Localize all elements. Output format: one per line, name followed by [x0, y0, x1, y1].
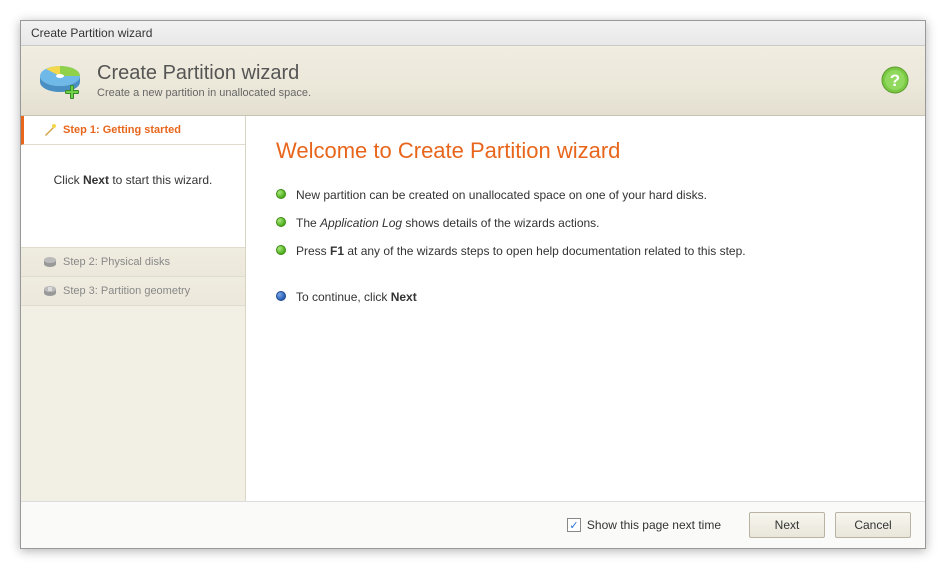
sidebar-hint: Click Next to start this wizard.: [21, 145, 245, 248]
step-3-partition-geometry[interactable]: Step 3: Partition geometry: [21, 277, 245, 306]
geometry-icon: [43, 284, 57, 298]
bullet-text: New partition can be created on unalloca…: [296, 186, 707, 204]
bullet-text: Press F1 at any of the wizards steps to …: [296, 242, 746, 260]
bullet-item: Press F1 at any of the wizards steps to …: [276, 242, 895, 260]
next-button[interactable]: Next: [749, 512, 825, 538]
wizard-body: Step 1: Getting started Click Next to st…: [21, 116, 925, 501]
checkbox-icon: ✓: [567, 518, 581, 532]
bullet-item: New partition can be created on unalloca…: [276, 186, 895, 204]
bullet-blue-icon: [276, 291, 286, 301]
step-label: Step 1: Getting started: [63, 124, 181, 136]
bullet-green-icon: [276, 245, 286, 255]
svg-text:?: ?: [890, 71, 900, 90]
step-2-physical-disks[interactable]: Step 2: Physical disks: [21, 248, 245, 277]
footer: ✓ Show this page next time Next Cancel: [21, 501, 925, 548]
step-label: Step 3: Partition geometry: [63, 285, 190, 297]
continue-text: To continue, click Next: [296, 288, 417, 306]
titlebar: Create Partition wizard: [21, 21, 925, 46]
checkbox-label: Show this page next time: [587, 518, 721, 532]
header-subtitle: Create a new partition in unallocated sp…: [97, 87, 311, 99]
bullet-green-icon: [276, 217, 286, 227]
step-1-getting-started[interactable]: Step 1: Getting started: [21, 116, 245, 145]
wand-icon: [43, 123, 57, 137]
bullet-green-icon: [276, 189, 286, 199]
main-panel: Welcome to Create Partition wizard New p…: [246, 116, 925, 501]
bullet-item: The Application Log shows details of the…: [276, 214, 895, 232]
header-title: Create Partition wizard: [97, 62, 311, 85]
show-next-time-checkbox[interactable]: ✓ Show this page next time: [567, 518, 721, 532]
partition-icon: [37, 58, 83, 104]
main-title: Welcome to Create Partition wizard: [276, 138, 895, 164]
sidebar: Step 1: Getting started Click Next to st…: [21, 116, 246, 501]
continue-line: To continue, click Next: [276, 288, 895, 306]
disk-icon: [43, 255, 57, 269]
wizard-header: Create Partition wizard Create a new par…: [21, 46, 925, 116]
bullet-text: The Application Log shows details of the…: [296, 214, 600, 232]
wizard-window: Create Partition wizard: [20, 20, 926, 549]
window-title: Create Partition wizard: [31, 26, 152, 40]
help-icon[interactable]: ?: [881, 66, 909, 94]
cancel-button[interactable]: Cancel: [835, 512, 911, 538]
step-label: Step 2: Physical disks: [63, 256, 170, 268]
